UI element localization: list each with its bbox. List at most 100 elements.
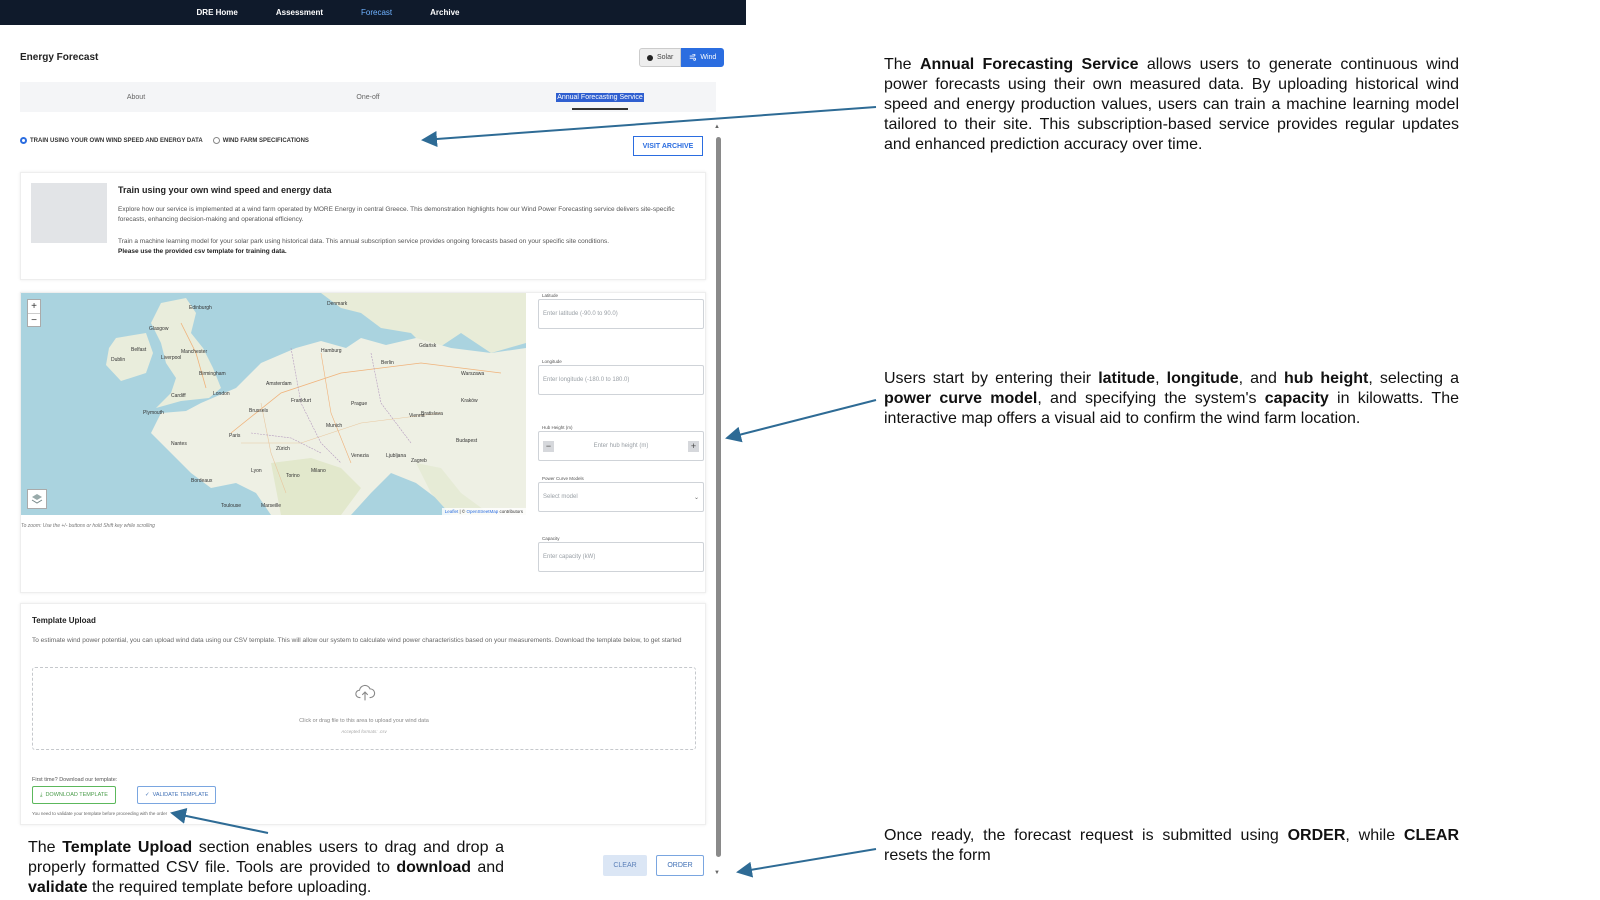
note2-a: Users start by entering their	[884, 370, 1099, 387]
latitude-input[interactable]: Enter latitude (-90.0 to 90.0)	[538, 299, 704, 329]
scroll-up-icon[interactable]: ▲	[714, 124, 720, 130]
info-paragraph-2: Train a machine learning model for your …	[118, 238, 610, 245]
forecast-tabs: About One-off Annual Forecasting Service	[20, 82, 716, 112]
map-place-label: Zagreb	[411, 458, 427, 464]
note2-h: power curve model	[884, 390, 1038, 407]
map-place-label: Amsterdam	[266, 381, 292, 387]
note4-g: the required template before uploading.	[87, 879, 372, 896]
radio-specs-label: WIND FARM SPECIFICATIONS	[222, 137, 309, 144]
energy-type-toggle: Solar Wind	[639, 48, 725, 67]
note2-e: , and	[1238, 370, 1284, 387]
dropzone-text: Click or drag file to this area to uploa…	[299, 718, 429, 724]
radio-wind-farm-specs[interactable]: WIND FARM SPECIFICATIONS	[212, 137, 309, 144]
solar-toggle-button[interactable]: Solar	[639, 48, 682, 67]
hub-height-field: Hub Height (m) − Enter hub height (m) +	[538, 425, 704, 461]
info-paragraph-1: Explore how our service is implemented a…	[118, 206, 675, 223]
nav-archive[interactable]: Archive	[430, 8, 459, 17]
map-place-label: Brussels	[249, 408, 269, 414]
radio-own-data[interactable]: TRAIN USING YOUR OWN WIND SPEED AND ENER…	[20, 137, 203, 144]
interactive-map[interactable]: Edinburgh Glasgow Belfast Dublin Manchester L…	[21, 293, 526, 515]
arrow-to-action-buttons	[736, 848, 877, 878]
map-labels: Edinburgh Glasgow Belfast Dublin Manchester L…	[21, 293, 526, 515]
note1-a: The	[884, 56, 920, 73]
map-place-label: Cardiff	[171, 393, 186, 399]
map-place-label: Glasgow	[149, 326, 169, 332]
scroll-down-icon[interactable]: ▼	[714, 870, 720, 876]
power-curve-select[interactable]: Select model ⌄	[538, 482, 704, 512]
longitude-field: Longitude Enter longitude (-180.0 to 180…	[538, 359, 704, 395]
nav-dre-home[interactable]: DRE Home	[197, 8, 238, 17]
nav-assessment[interactable]: Assessment	[276, 8, 323, 17]
upload-title: Template Upload	[32, 616, 96, 625]
cloud-upload-icon	[355, 684, 376, 701]
map-attribution: Leaflet | © OpenStreetMap contributors	[441, 508, 526, 515]
visit-archive-button[interactable]: VISIT ARCHIVE	[633, 136, 703, 156]
note3-a: Once ready, the forecast request is subm…	[884, 827, 1288, 844]
power-curve-value: Select model	[543, 494, 578, 500]
note2-f: hub height	[1283, 370, 1369, 387]
power-curve-label: Power Curve Models	[542, 476, 584, 481]
tab-annual-forecasting-service[interactable]: Annual Forecasting Service	[484, 82, 716, 112]
wind-icon	[690, 54, 697, 61]
capacity-input[interactable]: Enter capacity (kW)	[538, 542, 704, 572]
longitude-input[interactable]: Enter longitude (-180.0 to 180.0)	[538, 365, 704, 395]
hub-height-placeholder: Enter hub height (m)	[593, 443, 649, 449]
location-card: Edinburgh Glasgow Belfast Dublin Manchester L…	[20, 292, 706, 593]
map-place-label: Torino	[286, 473, 300, 479]
note4-a: The	[28, 839, 63, 856]
latitude-label: Latitude	[542, 293, 559, 298]
capacity-label: Capacity	[542, 536, 560, 541]
note4-b: Template Upload	[62, 839, 193, 856]
openstreetmap-link[interactable]: OpenStreetMap	[466, 509, 498, 514]
note3-c: , while	[1345, 827, 1404, 844]
annotation-inputs: Users start by entering their latitude , …	[884, 369, 1459, 429]
note3-b: ORDER	[1287, 827, 1346, 844]
annotation-order-clear: Once ready, the forecast request is subm…	[884, 826, 1459, 866]
validate-template-button[interactable]: ✓ VALIDATE TEMPLATE	[137, 786, 217, 804]
map-place-label: Toulouse	[221, 503, 242, 509]
zoom-in-button[interactable]: +	[28, 300, 40, 313]
arrow-to-form-fields	[725, 399, 877, 443]
download-template-button[interactable]: ⤓ DOWNLOAD TEMPLATE	[32, 786, 116, 804]
map-place-label: Lyon	[251, 468, 262, 474]
annotation-annual-service: The Annual Forecasting Service allows us…	[884, 55, 1459, 155]
note2-g: , selecting a	[1368, 370, 1460, 387]
top-navigation: DRE Home Assessment Forecast Archive	[0, 0, 746, 25]
map-place-label: Munich	[326, 423, 343, 429]
layers-icon[interactable]	[27, 489, 47, 509]
map-place-label: Ljubljana	[386, 453, 407, 459]
download-template-label: DOWNLOAD TEMPLATE	[45, 792, 108, 798]
map-place-label: Belfast	[131, 347, 147, 353]
decrement-button[interactable]: −	[543, 440, 554, 452]
nav-forecast[interactable]: Forecast	[361, 8, 392, 17]
wind-toggle-button[interactable]: Wind	[681, 48, 725, 67]
first-time-text: First time? Download our template:	[32, 777, 118, 783]
download-icon: ⤓	[40, 791, 43, 798]
scrollbar-thumb[interactable]	[716, 137, 721, 857]
longitude-label: Longitude	[542, 359, 562, 364]
annotation-template-upload: The Template Upload section enables user…	[28, 838, 504, 898]
map-place-label: Bratislava	[421, 411, 443, 417]
mode-selector: TRAIN USING YOUR OWN WIND SPEED AND ENER…	[20, 137, 309, 144]
map-place-label: Plymouth	[143, 410, 164, 416]
latitude-field: Latitude Enter latitude (-90.0 to 90.0)	[538, 293, 704, 329]
note2-i: , and specifying the system's	[1037, 390, 1265, 407]
tab-one-off[interactable]: One-off	[252, 82, 484, 112]
info-card: Train using your own wind speed and ener…	[20, 172, 706, 280]
map-place-label: Milano	[311, 468, 326, 474]
note2-d: longitude	[1166, 370, 1239, 387]
map-place-label: Gdańsk	[419, 343, 437, 349]
map-place-label: Edinburgh	[189, 305, 212, 311]
order-button[interactable]: ORDER	[656, 855, 704, 876]
increment-button[interactable]: +	[688, 440, 699, 452]
zoom-out-button[interactable]: −	[28, 313, 40, 326]
solar-label: Solar	[657, 54, 674, 61]
map-zoom-control: + −	[27, 299, 41, 327]
leaflet-link[interactable]: Leaflet	[445, 509, 459, 514]
file-dropzone[interactable]: Click or drag file to this area to uploa…	[32, 667, 696, 750]
hub-height-input[interactable]: − Enter hub height (m) +	[538, 431, 704, 461]
template-upload-card: Template Upload To estimate wind power p…	[20, 603, 706, 825]
tab-about[interactable]: About	[20, 82, 252, 112]
clear-button[interactable]: CLEAR	[603, 855, 647, 876]
hub-height-label: Hub Height (m)	[542, 425, 573, 430]
